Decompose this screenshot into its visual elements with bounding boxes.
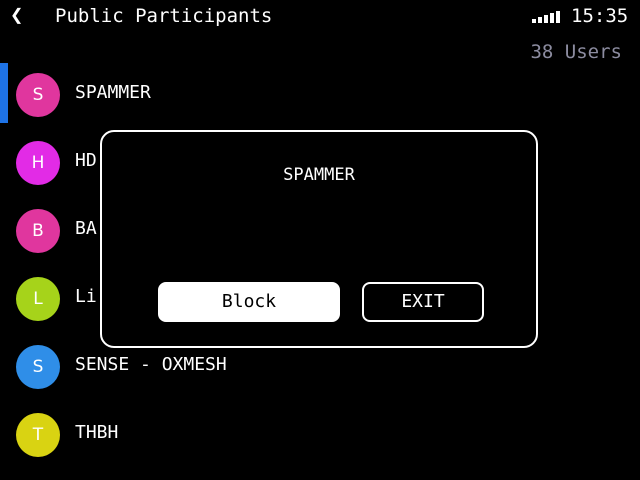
participant-name: THBH (75, 422, 119, 443)
dialog-title: SPAMMER (283, 165, 355, 185)
participant-action-dialog: SPAMMER Block EXIT (100, 130, 538, 348)
back-chevron-icon[interactable]: ❮ (10, 4, 23, 28)
signal-bars-icon (532, 9, 562, 23)
avatar: S (16, 73, 60, 117)
participant-name: SENSE - OXMESH (75, 354, 227, 375)
selection-indicator (0, 63, 8, 123)
participant-name: Li (75, 286, 97, 307)
participant-name: HD (75, 150, 97, 171)
participant-name: BA (75, 218, 97, 239)
participant-row[interactable]: S SPAMMER (0, 59, 640, 127)
avatar: T (16, 413, 60, 457)
page-title: Public Participants (55, 5, 273, 27)
avatar: S (16, 345, 60, 389)
avatar: B (16, 209, 60, 253)
top-bar: ❮ Public Participants 15:35 (0, 0, 640, 34)
participant-row[interactable]: T THBH (0, 399, 640, 467)
avatar: H (16, 141, 60, 185)
avatar: L (16, 277, 60, 321)
exit-button[interactable]: EXIT (362, 282, 484, 322)
status-clock: 15:35 (571, 5, 629, 27)
block-button[interactable]: Block (158, 282, 340, 322)
participant-name: SPAMMER (75, 82, 151, 103)
